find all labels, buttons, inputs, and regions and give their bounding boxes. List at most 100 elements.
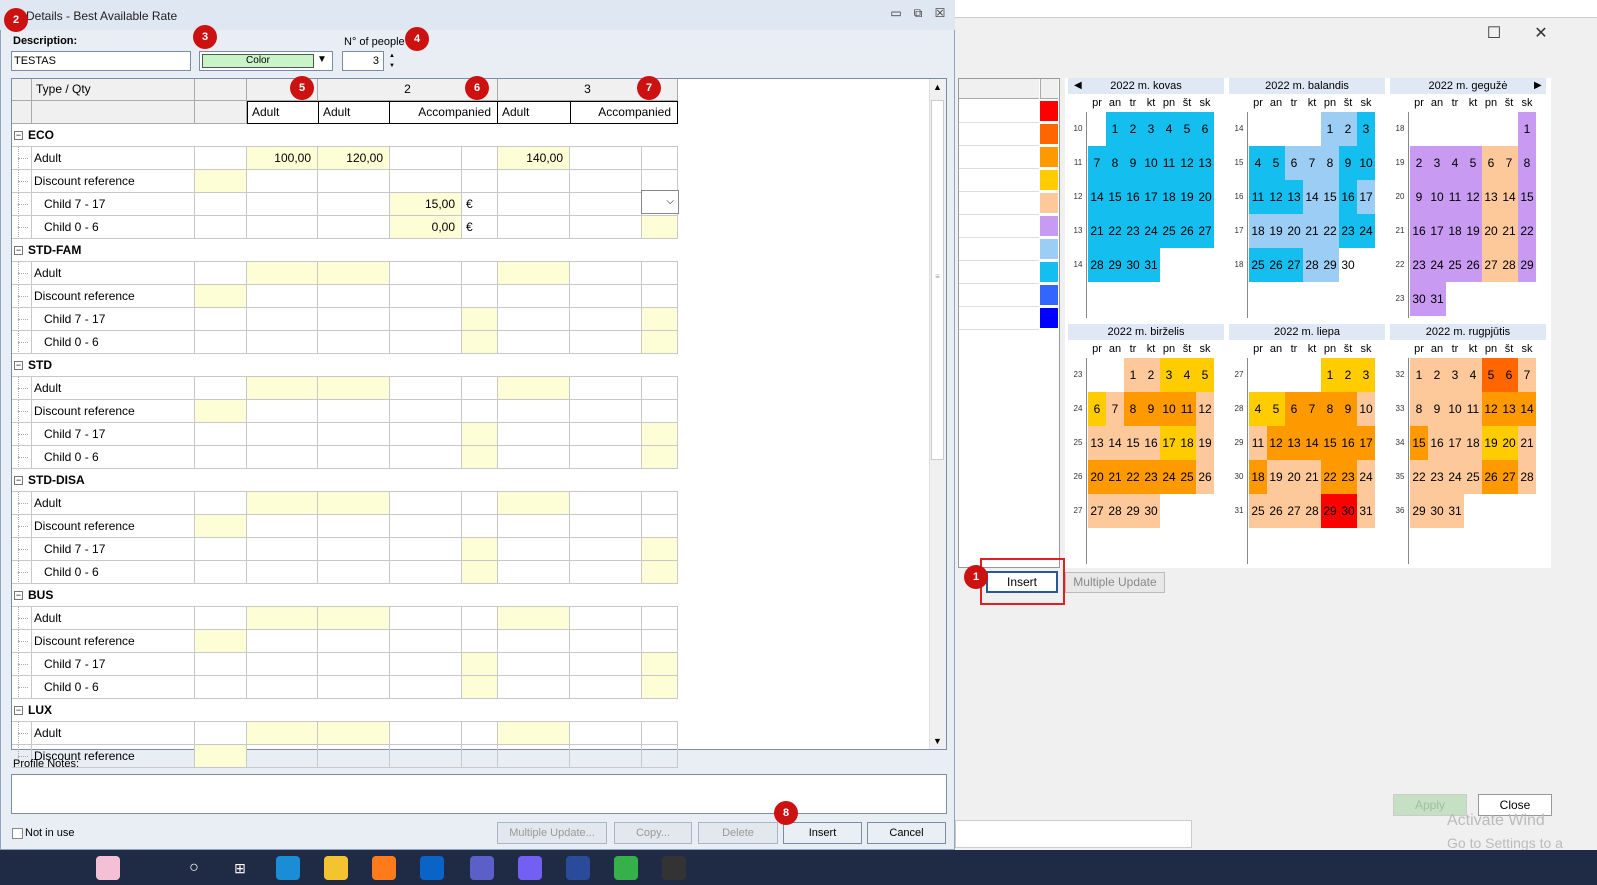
- grid-cell[interactable]: [318, 331, 390, 354]
- calendar-day[interactable]: 31: [1357, 494, 1375, 528]
- calendar-day[interactable]: 10: [1357, 392, 1375, 426]
- grid-cell[interactable]: [570, 193, 642, 216]
- calendar-day[interactable]: 13: [1500, 392, 1518, 426]
- calendar-day[interactable]: 28: [1106, 494, 1124, 528]
- calendar-prev-icon[interactable]: ◀: [1074, 78, 1082, 94]
- currency-cell[interactable]: [462, 423, 498, 446]
- grid-cell[interactable]: [642, 630, 678, 653]
- background-multiple-update-button[interactable]: Multiple Update: [1065, 572, 1165, 593]
- adult-price-cell[interactable]: [247, 492, 318, 515]
- grid-cell[interactable]: [570, 607, 642, 630]
- calendar-day[interactable]: 14: [1303, 180, 1321, 214]
- grid-cell[interactable]: [498, 446, 570, 469]
- currency-cell[interactable]: [462, 331, 498, 354]
- calendar-day[interactable]: 15: [1410, 426, 1428, 460]
- calendar-day[interactable]: 11: [1249, 180, 1267, 214]
- calendar-day[interactable]: 24: [1446, 460, 1464, 494]
- calendar-day[interactable]: 16: [1410, 214, 1428, 248]
- calendar-day[interactable]: 28: [1303, 248, 1321, 282]
- grid-cell[interactable]: [498, 676, 570, 699]
- calendar-day[interactable]: 16: [1124, 180, 1142, 214]
- discount-cell[interactable]: [195, 515, 247, 538]
- discount-cell[interactable]: [195, 630, 247, 653]
- calendar-day[interactable]: 8: [1410, 392, 1428, 426]
- grid-cell[interactable]: [462, 147, 498, 170]
- grid-cell[interactable]: [462, 285, 498, 308]
- pms-app-icon[interactable]: [662, 856, 686, 880]
- calendar-day[interactable]: 9: [1339, 146, 1357, 180]
- grid-cell[interactable]: [390, 285, 462, 308]
- adult-price-cell[interactable]: [498, 262, 570, 285]
- color-dropdown-icon[interactable]: ▼: [317, 54, 327, 65]
- calendar-day[interactable]: 18: [1446, 214, 1464, 248]
- calendar-day[interactable]: 22: [1410, 460, 1428, 494]
- grid-cell[interactable]: [498, 193, 570, 216]
- calendar-day[interactable]: 6: [1196, 112, 1214, 146]
- discount-cell[interactable]: [195, 722, 247, 745]
- calendar-day[interactable]: 3: [1357, 112, 1375, 146]
- calendar-day[interactable]: 9: [1428, 392, 1446, 426]
- calendar-day[interactable]: 27: [1196, 214, 1214, 248]
- child-accompanied-cell[interactable]: [642, 216, 678, 239]
- calendar-day[interactable]: 14: [1106, 426, 1124, 460]
- grid-cell[interactable]: [462, 515, 498, 538]
- grid-cell[interactable]: [462, 492, 498, 515]
- calendar-day[interactable]: 17: [1160, 426, 1178, 460]
- calendar-day[interactable]: 26: [1464, 248, 1482, 282]
- calendar-day[interactable]: 2: [1428, 358, 1446, 392]
- calendar-day[interactable]: 29: [1321, 248, 1339, 282]
- discount-cell[interactable]: [195, 653, 247, 676]
- adult-price-cell[interactable]: [318, 262, 390, 285]
- calendar-day[interactable]: 21: [1303, 214, 1321, 248]
- file-explorer-icon[interactable]: [324, 856, 348, 880]
- calendar-day[interactable]: 15: [1106, 180, 1124, 214]
- calendar-day[interactable]: 14: [1500, 180, 1518, 214]
- discount-cell[interactable]: [195, 676, 247, 699]
- calendar-day[interactable]: 28: [1303, 494, 1321, 528]
- calendar-day[interactable]: 12: [1482, 392, 1500, 426]
- calendar-day[interactable]: 22: [1321, 460, 1339, 494]
- collapse-icon[interactable]: −: [14, 706, 23, 715]
- grid-cell[interactable]: [498, 400, 570, 423]
- grid-cell[interactable]: [462, 630, 498, 653]
- outlook-icon[interactable]: [420, 856, 444, 880]
- calendar-day[interactable]: 1: [1321, 358, 1339, 392]
- calendar-day[interactable]: 11: [1249, 426, 1267, 460]
- calendar-day[interactable]: 9: [1410, 180, 1428, 214]
- grid-cell[interactable]: [390, 722, 462, 745]
- currency-cell[interactable]: [462, 561, 498, 584]
- grid-cell[interactable]: [247, 170, 318, 193]
- calendar-day[interactable]: 10: [1160, 392, 1178, 426]
- calendar-day[interactable]: 26: [1267, 248, 1285, 282]
- child-accompanied-cell[interactable]: [642, 446, 678, 469]
- grid-cell[interactable]: [247, 193, 318, 216]
- calendar-day[interactable]: 30: [1428, 494, 1446, 528]
- calendar-day[interactable]: 7: [1088, 146, 1106, 180]
- grid-cell[interactable]: [498, 423, 570, 446]
- calendar-day[interactable]: 8: [1106, 146, 1124, 180]
- calendar-day[interactable]: 3: [1428, 146, 1446, 180]
- adult-price-cell[interactable]: [498, 722, 570, 745]
- grid-cell[interactable]: [570, 400, 642, 423]
- grid-cell[interactable]: [247, 285, 318, 308]
- calendar-day[interactable]: 2: [1339, 112, 1357, 146]
- calendar-day[interactable]: 27: [1088, 494, 1106, 528]
- grid-cell[interactable]: [247, 745, 318, 768]
- calendar-day[interactable]: 18: [1249, 214, 1267, 248]
- grid-cell[interactable]: [318, 193, 390, 216]
- calendar-day[interactable]: 10: [1446, 392, 1464, 426]
- collapse-icon[interactable]: −: [14, 591, 23, 600]
- discount-cell[interactable]: [195, 561, 247, 584]
- discount-cell[interactable]: [195, 285, 247, 308]
- calendar-day[interactable]: 3: [1446, 358, 1464, 392]
- maximize-icon[interactable]: ☐: [1484, 23, 1504, 43]
- grid-cell[interactable]: [318, 423, 390, 446]
- calendar-day[interactable]: 7: [1518, 358, 1536, 392]
- calendar-day[interactable]: 11: [1446, 180, 1464, 214]
- grid-cell[interactable]: [570, 745, 642, 768]
- grid-cell[interactable]: [570, 630, 642, 653]
- calendar-day[interactable]: 27: [1285, 494, 1303, 528]
- calendar-day[interactable]: 24: [1357, 214, 1375, 248]
- calendar-day[interactable]: 15: [1321, 180, 1339, 214]
- calendar-day[interactable]: 16: [1428, 426, 1446, 460]
